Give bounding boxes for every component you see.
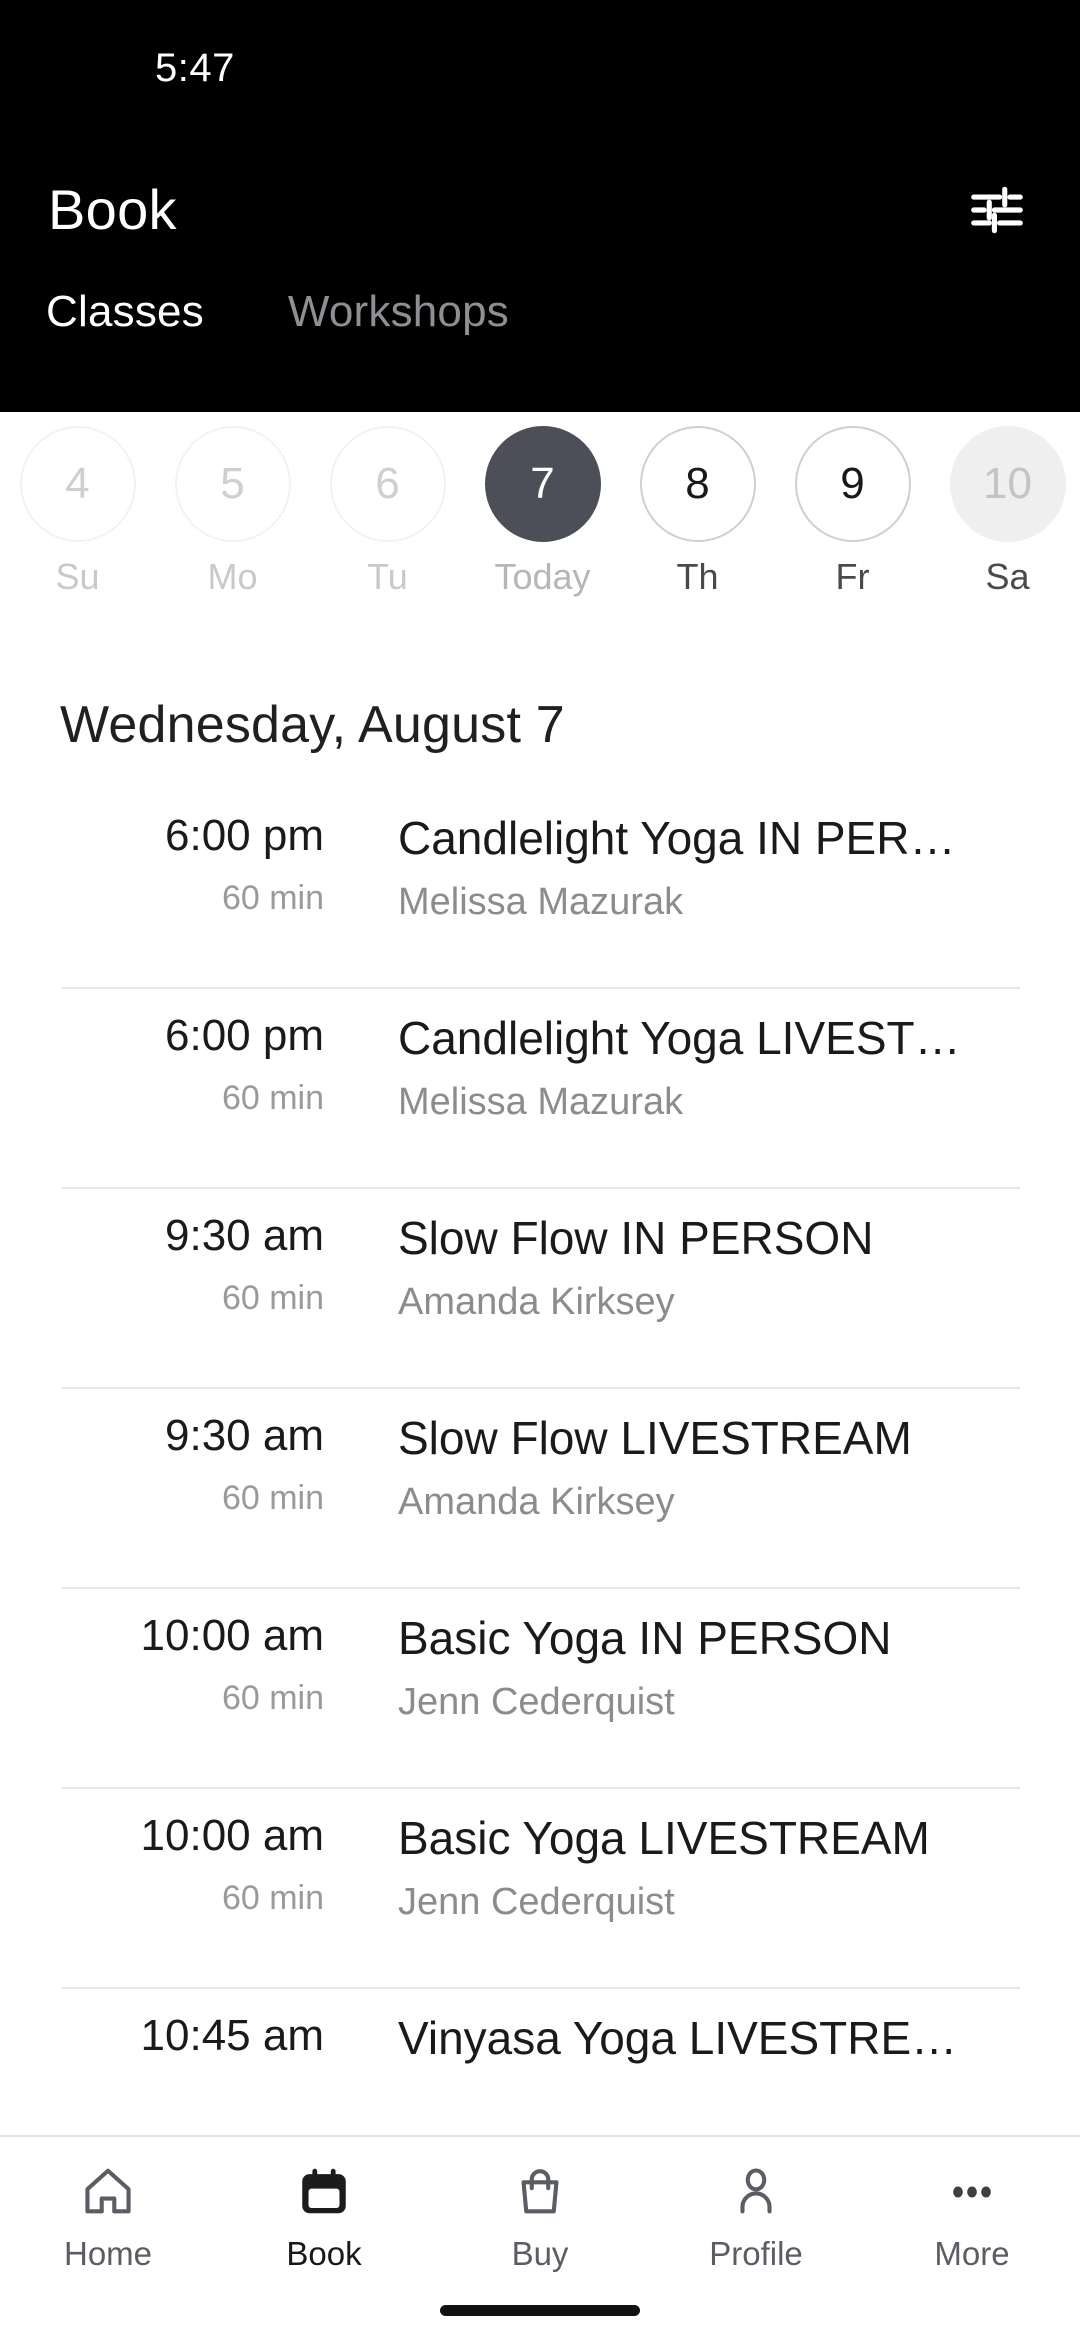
class-time: 6:00 pm [165, 811, 324, 860]
class-list-item[interactable]: 9:30 am 60 min Slow Flow IN PERSON Amand… [0, 1187, 1080, 1387]
app-header: 5:47 Book Classes Workshops [0, 0, 1080, 412]
bag-icon [511, 2159, 569, 2225]
class-time-column: 10:45 am [62, 2011, 342, 2081]
nav-item-profile[interactable]: Profile [648, 2159, 864, 2270]
nav-item-more[interactable]: More [864, 2159, 1080, 2270]
class-info-column: Candlelight Yoga LIVEST… Melissa Mazurak [342, 1013, 1020, 1123]
date-number-4[interactable]: 4 [19, 426, 136, 542]
class-info-column: Slow Flow IN PERSON Amanda Kirksey [342, 1213, 1020, 1323]
status-bar: 5:47 [0, 0, 1080, 140]
class-list-item[interactable]: 10:45 am Vinyasa Yoga LIVESTRE… [0, 1987, 1080, 2135]
class-teacher: Melissa Mazurak [398, 881, 684, 923]
class-list[interactable]: 6:00 pm 60 min Candlelight Yoga IN PER… … [0, 787, 1080, 2135]
class-teacher: Melissa Mazurak [398, 1081, 684, 1123]
nav-item-book[interactable]: Book [216, 2159, 432, 2270]
class-time: 10:45 am [140, 2011, 324, 2060]
header-tab-bar: Classes Workshops [0, 290, 1080, 400]
class-time-column: 10:00 am 60 min [62, 1611, 342, 1718]
class-name: Slow Flow IN PERSON [398, 1213, 874, 1264]
class-duration: 60 min [221, 1079, 324, 1118]
sliders-filter-icon[interactable] [966, 179, 1028, 241]
class-info-column: Basic Yoga IN PERSON Jenn Cederquist [342, 1613, 1020, 1723]
tab-classes[interactable]: Classes [28, 290, 222, 334]
class-name: Slow Flow LIVESTREAM [398, 1413, 912, 1464]
date-cell-9[interactable]: 9 Fr [775, 426, 930, 595]
home-indicator [440, 2305, 640, 2316]
class-list-item[interactable]: 9:30 am 60 min Slow Flow LIVESTREAM Aman… [0, 1387, 1080, 1587]
nav-item-home[interactable]: Home [0, 2159, 216, 2270]
class-time-column: 9:30 am 60 min [62, 1211, 342, 1318]
date-number-5[interactable]: 5 [174, 426, 291, 542]
class-teacher: Amanda Kirksey [398, 1281, 675, 1323]
app-screen: 5:47 Book Classes Workshops 4 Su 5 Mo 6 … [0, 0, 1080, 2340]
nav-label-more: More [934, 2235, 1010, 2272]
nav-label-profile: Profile [709, 2235, 803, 2272]
date-weekday-4: Su [55, 556, 100, 597]
class-name: Candlelight Yoga LIVEST… [398, 1013, 961, 1064]
class-list-item[interactable]: 6:00 pm 60 min Candlelight Yoga IN PER… … [0, 787, 1080, 987]
class-name: Basic Yoga LIVESTREAM [398, 1813, 930, 1864]
day-heading: Wednesday, August 7 [60, 695, 565, 754]
class-name: Vinyasa Yoga LIVESTRE… [398, 2013, 958, 2064]
page-title: Book [48, 178, 177, 241]
class-time: 10:00 am [140, 1811, 324, 1860]
nav-label-book: Book [286, 2235, 362, 2272]
date-cell-4[interactable]: 4 Su [0, 426, 155, 595]
date-weekday-9: Fr [835, 556, 870, 597]
class-duration: 60 min [221, 1279, 324, 1318]
home-icon [79, 2159, 137, 2225]
class-time-column: 6:00 pm 60 min [62, 1011, 342, 1118]
class-info-column: Basic Yoga LIVESTREAM Jenn Cederquist [342, 1813, 1020, 1923]
date-weekday-today: Today [494, 556, 591, 597]
class-info-column: Candlelight Yoga IN PER… Melissa Mazurak [342, 813, 1020, 923]
date-number-9[interactable]: 9 [794, 426, 911, 542]
class-list-item[interactable]: 6:00 pm 60 min Candlelight Yoga LIVEST… … [0, 987, 1080, 1187]
class-teacher: Jenn Cederquist [398, 1881, 675, 1923]
class-time: 10:00 am [140, 1611, 324, 1660]
class-info-column: Vinyasa Yoga LIVESTRE… [342, 2013, 1020, 2082]
class-name: Candlelight Yoga IN PER… [398, 813, 956, 864]
class-list-item[interactable]: 10:00 am 60 min Basic Yoga LIVESTREAM Je… [0, 1787, 1080, 1987]
date-number-7[interactable]: 7 [484, 426, 601, 542]
class-name: Basic Yoga IN PERSON [398, 1613, 892, 1664]
class-info-column: Slow Flow LIVESTREAM Amanda Kirksey [342, 1413, 1020, 1523]
date-weekday-5: Mo [207, 556, 258, 597]
nav-label-buy: Buy [511, 2235, 569, 2272]
date-weekday-10: Sa [985, 556, 1030, 597]
tab-workshops[interactable]: Workshops [270, 290, 527, 334]
class-time-column: 9:30 am 60 min [62, 1411, 342, 1518]
class-duration: 60 min [221, 1479, 324, 1518]
date-cell-5[interactable]: 5 Mo [155, 426, 310, 595]
class-duration: 60 min [221, 879, 324, 918]
class-list-item[interactable]: 10:00 am 60 min Basic Yoga IN PERSON Jen… [0, 1587, 1080, 1787]
date-cell-7-today[interactable]: 7 Today [465, 426, 620, 595]
date-cell-8[interactable]: 8 Th [620, 426, 775, 595]
person-icon [727, 2159, 785, 2225]
class-time: 6:00 pm [165, 1011, 324, 1060]
header-title-row: Book [0, 140, 1080, 280]
date-number-6[interactable]: 6 [329, 426, 446, 542]
class-teacher: Amanda Kirksey [398, 1481, 675, 1523]
date-cell-6[interactable]: 6 Tu [310, 426, 465, 595]
class-time-column: 10:00 am 60 min [62, 1811, 342, 1918]
date-number-8[interactable]: 8 [639, 426, 756, 542]
date-weekday-6: Tu [367, 556, 408, 597]
bottom-navigation-bar: Home Book Buy Profile More [0, 2135, 1080, 2340]
nav-label-home: Home [63, 2235, 153, 2272]
date-weekday-8: Th [676, 556, 719, 597]
class-time: 9:30 am [165, 1411, 324, 1460]
class-duration: 60 min [221, 1879, 324, 1918]
class-time: 9:30 am [165, 1211, 324, 1260]
class-duration: 60 min [221, 1679, 324, 1718]
status-bar-time: 5:47 [155, 46, 235, 90]
date-cell-10[interactable]: 10 Sa [930, 426, 1080, 595]
class-teacher: Jenn Cederquist [398, 1681, 675, 1723]
nav-item-buy[interactable]: Buy [432, 2159, 648, 2270]
class-time-column: 6:00 pm 60 min [62, 811, 342, 918]
ellipsis-icon [943, 2159, 1001, 2225]
date-number-10[interactable]: 10 [949, 426, 1066, 542]
calendar-icon [295, 2159, 353, 2225]
date-selector-strip[interactable]: 4 Su 5 Mo 6 Tu 7 Today 8 Th 9 Fr 10 Sa [0, 412, 1080, 662]
